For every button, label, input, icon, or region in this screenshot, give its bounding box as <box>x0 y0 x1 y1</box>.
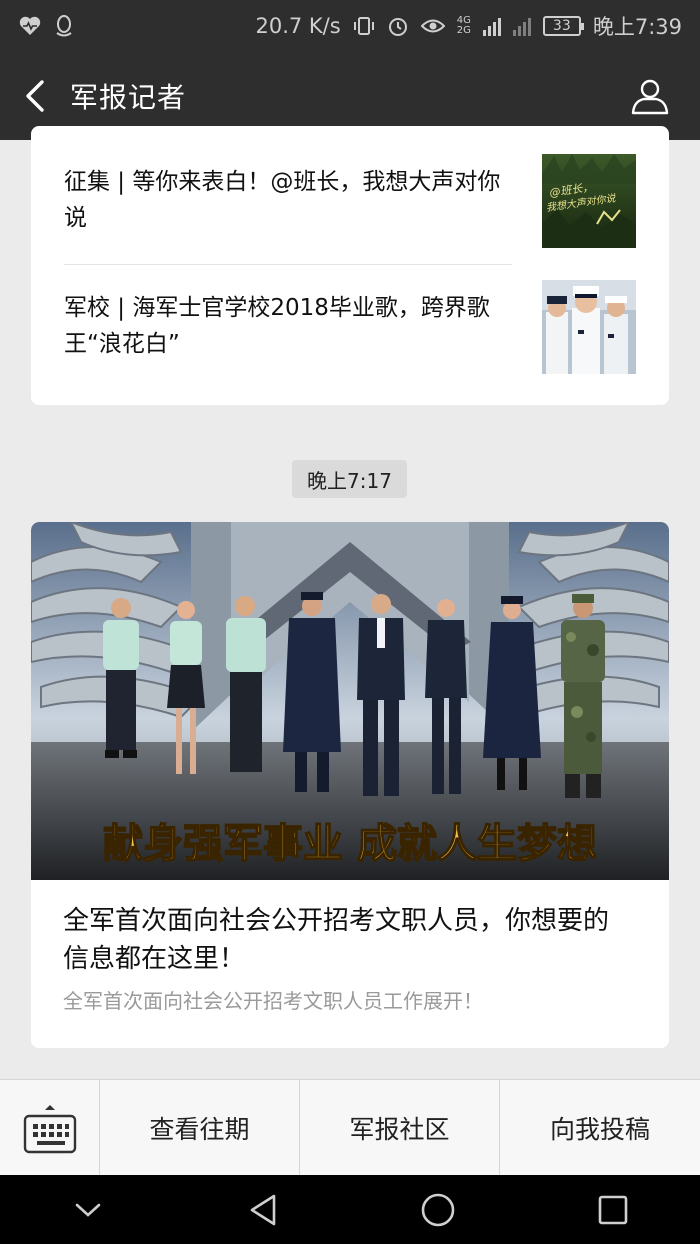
divider <box>64 264 512 265</box>
nav-home-button[interactable] <box>398 1175 478 1244</box>
network-type: 4G 2G <box>457 16 471 36</box>
menu-submit-button[interactable]: 向我投稿 <box>500 1080 700 1176</box>
signal-icon-secondary <box>512 16 531 36</box>
article-title: 征集 | 等你来表白！@班长，我想大声对你说 <box>64 169 501 231</box>
status-left <box>18 14 74 38</box>
circle-home-icon <box>421 1193 454 1226</box>
feature-article-card[interactable]: 献身强军事业 成就人生梦想 全军首次面向社会公开招考文职人员，你想要的信息都在这… <box>31 522 669 1048</box>
person-icon <box>631 79 669 115</box>
square-recents-icon <box>598 1195 627 1224</box>
status-right: 20.7 K/s 4G 2G 33 晚上7:39 <box>255 11 682 41</box>
keyboard-toggle-button[interactable] <box>0 1080 100 1176</box>
article-thumbnail: @班长， 我想大声对你说 <box>542 154 636 248</box>
signal-icon <box>482 16 501 36</box>
battery-icon: 33 <box>542 16 584 36</box>
feature-article-title: 全军首次面向社会公开招考文职人员，你想要的信息都在这里！ <box>63 906 610 974</box>
network-speed: 20.7 K/s <box>255 14 341 38</box>
hide-nav-button[interactable] <box>48 1175 128 1244</box>
feature-article-summary: 全军首次面向社会公开招考文职人员工作展开！ <box>63 989 483 1013</box>
battery-level: 33 <box>552 18 571 34</box>
status-bar: 20.7 K/s 4G 2G 33 晚上7:39 <box>0 0 700 52</box>
keyboard-icon <box>23 1105 76 1154</box>
network-type-bottom: 2G <box>456 25 471 36</box>
article-thumbnail <box>542 280 636 374</box>
nav-recents-button[interactable] <box>573 1175 653 1244</box>
vibrate-icon <box>353 14 375 38</box>
menu-community-button[interactable]: 军报社区 <box>300 1080 500 1176</box>
article-title: 军校 | 海军士官学校2018毕业歌，跨界歌王“浪花白” <box>64 295 490 357</box>
clock: 晚上7:39 <box>592 15 682 39</box>
page-title: 军报记者 <box>70 81 187 114</box>
profile-button[interactable] <box>624 70 676 122</box>
triangle-back-icon <box>250 1194 275 1225</box>
official-account-menu: 查看往期 军报社区 向我投稿 <box>0 1079 700 1176</box>
cover-caption: 献身强军事业 成就人生梦想 <box>103 821 597 867</box>
qq-icon <box>54 14 74 38</box>
message-timestamp: 晚上7:17 <box>292 460 407 498</box>
nav-back-button[interactable] <box>223 1175 303 1244</box>
article-list-card: 征集 | 等你来表白！@班长，我想大声对你说 @班长， 我想大声对你说 军校 |… <box>31 126 669 405</box>
android-navigation-bar <box>0 1175 700 1244</box>
list-item-1[interactable]: 征集 | 等你来表白！@班长，我想大声对你说 @班长， 我想大声对你说 <box>64 150 636 260</box>
article-cover-image: 献身强军事业 成就人生梦想 <box>31 522 669 880</box>
chevron-down-icon <box>75 1203 100 1217</box>
list-item-2[interactable]: 军校 | 海军士官学校2018毕业歌，跨界歌王“浪花白” <box>64 276 636 386</box>
chevron-left-icon <box>26 80 44 112</box>
alarm-icon <box>387 14 409 38</box>
menu-history-button[interactable]: 查看往期 <box>100 1080 300 1176</box>
heart-rate-icon <box>18 14 42 38</box>
eye-icon <box>420 14 445 38</box>
